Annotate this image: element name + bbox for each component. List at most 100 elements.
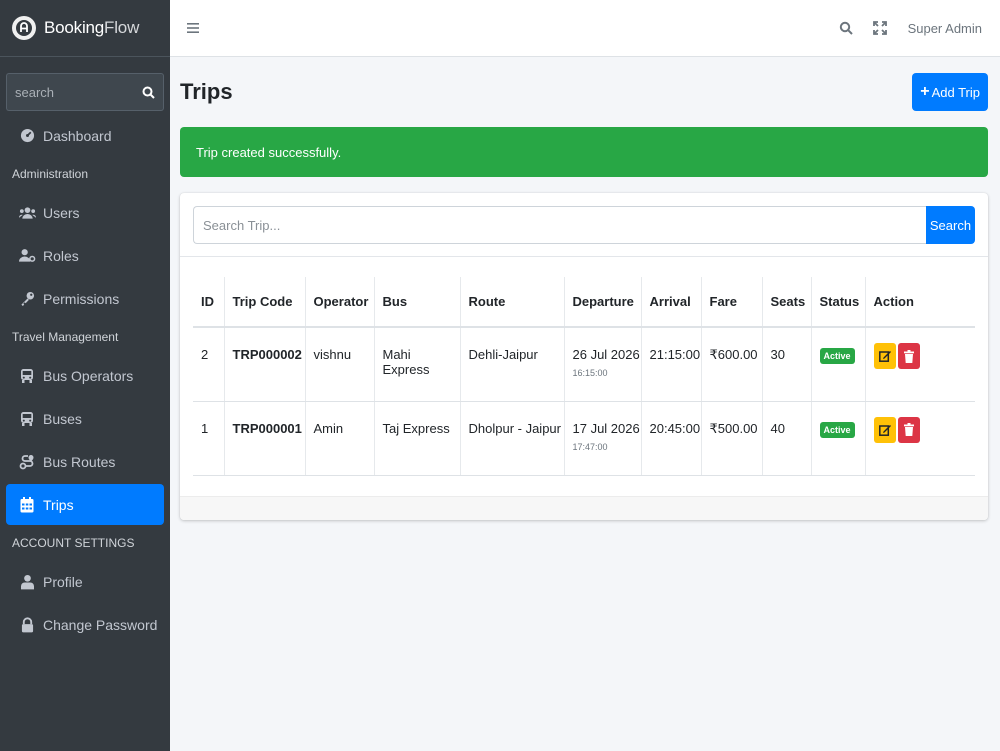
sidebar-item-bus-routes[interactable]: Bus Routes [6,441,164,482]
departure-date: 26 Jul 2026 [572,347,640,362]
edit-icon [878,351,891,362]
column-header: Trip Code [223,277,305,328]
trip-code-cell: TRP000001 [223,401,305,476]
route-icon [18,453,36,471]
sidebar-item-label: Roles [43,247,79,264]
trip-search-button[interactable]: Search [926,206,975,244]
status-cell: Active [810,327,865,402]
brand[interactable]: BookingFlow [0,0,170,57]
success-alert: Trip created successfully. [180,127,988,177]
column-header: Arrival [640,277,701,328]
sidebar-item-label: Change Password [43,616,158,633]
delete-button[interactable] [897,416,920,443]
roles-icon [18,247,36,265]
sidebar-item-roles[interactable]: Roles [6,235,164,276]
column-header: Departure [563,277,641,328]
seats-cell: 40 [761,401,811,476]
sidebar-item-permissions[interactable]: Permissions [6,278,164,319]
sidebar-item-label: Profile [43,573,83,590]
departure-date: 17 Jul 2026 [572,420,640,436]
users-icon [18,204,36,222]
trips-card: Search IDTrip CodeOperatorBusRouteDepart… [180,193,988,520]
column-header: Operator [304,277,374,328]
trip-search-input[interactable] [193,206,926,244]
sidebar-search [6,73,164,111]
sidebar: BookingFlow Dashboard Administration Users… [0,0,170,751]
user-menu[interactable]: Super Admin [908,21,982,36]
sidebar-nav: Dashboard Administration Users Roles Permiss… [0,115,170,645]
table-body: 2 TRP000002 vishnu Mahi Express Dehli-Jaipur… [193,327,975,476]
trip-code-cell: TRP000002 [223,327,305,402]
sidebar-item-trips[interactable]: Trips [6,484,164,525]
key-icon [18,290,36,308]
sidebar-item-bus-operators[interactable]: Bus Operators [6,355,164,396]
sidebar-item-buses[interactable]: Buses [6,398,164,439]
status-badge: Active [819,421,855,438]
column-header: ID [193,277,224,328]
search-icon[interactable] [836,18,856,38]
sidebar-item-label: Users [43,204,80,221]
route-cell: Dehli-Jaipur [459,327,564,402]
user-icon [18,573,36,591]
table-row: 2 TRP000002 vishnu Mahi Express Dehli-Jaipur… [193,327,975,402]
departure-time: 17:47:00 [572,441,608,452]
sidebar-search-button[interactable] [134,73,164,111]
brand-name-part: Flow [104,18,140,37]
bus-cell: Mahi Express [373,327,460,402]
lock-icon [18,616,36,634]
trips-table: ID Trip Code Operator Bus Route Departure Arri… [193,277,975,476]
bus-icon [18,410,36,428]
sidebar-item-users[interactable]: Users [6,192,164,233]
column-header: Route [459,277,564,328]
table-row: 1 TRP000001 Amin Taj Express Dholpur - Jaipu… [193,401,975,476]
sidebar-item-label: Buses [43,410,82,427]
edit-button[interactable] [873,343,896,369]
sidebar-item-label: Trips [43,496,74,513]
divider [180,256,988,257]
sidebar-item-label: Bus Operators [43,367,134,384]
menu-toggle-icon[interactable] [184,19,202,37]
column-header: Seats [761,277,811,328]
edit-button[interactable] [873,416,896,443]
fare-cell: ₹500.00 [700,401,762,476]
edit-icon [878,424,891,436]
sidebar-item-profile[interactable]: Profile [6,561,164,602]
status-cell: Active [810,401,865,476]
trash-icon [903,349,914,363]
page-title: Trips [180,79,233,104]
arrival-cell: 20:45:00 [640,401,701,476]
top-navbar: Super Admin [170,0,1000,57]
plus-icon: + [920,83,930,100]
bus-icon [18,367,36,385]
operator-cell: vishnu [304,327,374,402]
bus-cell: Taj Express [373,401,460,476]
navbar-right: Super Admin [836,18,982,38]
departure-cell: 17 Jul 2026 17:47:00 [563,401,641,476]
route-cell: Dholpur - Jaipur [459,401,564,476]
sidebar-item-label: Dashboard [43,127,112,144]
action-cell [864,327,975,402]
operator-cell: Amin [304,401,374,476]
brand-name-part: Booking [44,18,105,37]
column-header: Status [810,277,865,328]
add-trip-button[interactable]: + Add Trip [912,73,988,111]
fullscreen-icon[interactable] [870,18,890,38]
column-header: Fare [700,277,762,328]
trip-search: Search [193,206,975,244]
sidebar-search-input[interactable] [6,73,134,111]
column-header: Action [864,277,975,328]
column-header: Bus [373,277,460,328]
delete-button[interactable] [897,343,920,369]
sidebar-item-change-password[interactable]: Change Password [6,604,164,645]
table-header-row: ID Trip Code Operator Bus Route Departure Arri… [193,277,975,328]
trip-id-cell: 2 [193,327,224,402]
trip-id-cell: 1 [193,401,224,476]
seats-cell: 30 [761,327,811,402]
sidebar-item-dashboard[interactable]: Dashboard [6,115,164,156]
dashboard-icon [18,127,36,145]
sidebar-item-label: Permissions [43,290,120,307]
arrival-cell: 21:15:00 [640,327,701,402]
add-trip-label: Add Trip [931,84,980,100]
brand-name: BookingFlow [44,18,139,38]
nav-header: Travel Management [12,330,119,344]
